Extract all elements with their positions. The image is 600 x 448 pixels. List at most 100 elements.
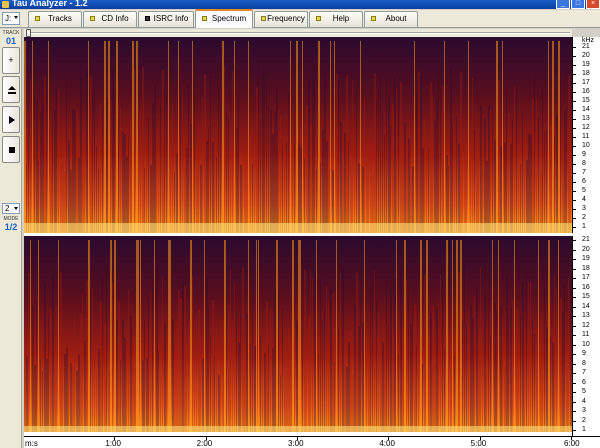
khz-tick-label: 18 [582,70,590,77]
spectrum-column [284,358,286,432]
spectrum-column [214,355,215,432]
spectrum-column [340,273,341,432]
khz-tick [573,268,576,270]
khz-tick-label: 11 [582,133,590,140]
spectrum-column [426,240,428,432]
spectrum-column [104,40,106,233]
spectrum-column [324,71,326,233]
tab-about[interactable]: About [364,11,418,27]
spectrum-column [88,40,89,233]
spectrum-column [364,240,365,432]
khz-tick-label: 16 [582,283,590,291]
spectrum-column [250,128,251,233]
spectrum-column [134,69,135,233]
spectrum-column [302,40,303,233]
khz-tick-label: 5 [582,388,586,395]
spectrogram-channel-2[interactable] [24,236,572,432]
time-label: 3:00 [288,439,304,448]
maximize-button[interactable]: □ [571,0,585,9]
chevron-down-icon [14,207,18,210]
spectrum-column [318,40,320,233]
tab-frequency[interactable]: Frequency [254,11,308,27]
window-title: Tau Analyzer - 1.2 [12,0,88,8]
khz-tick [573,182,576,183]
spectrum-column [24,40,26,233]
spectrum-column [364,98,365,233]
khz-tick-label: 6 [582,378,586,386]
spectrum-column [302,304,303,432]
khz-tick-label: 19 [582,255,590,262]
khz-tick-label: 12 [582,321,590,329]
close-button[interactable]: × [586,0,600,9]
spectrum-column [230,269,231,432]
spectrum-column [314,70,315,233]
timeline-slider[interactable] [24,29,572,37]
spectrum-column [184,285,186,432]
drive-value: J: [5,14,12,23]
spectrogram-channel-1[interactable] [24,37,572,233]
spectrum-column [466,142,467,233]
mode-select[interactable]: 2 [2,203,20,214]
spectrum-column [298,240,300,432]
tab-cd-info[interactable]: CD Info [83,11,137,27]
khz-tick [573,306,576,308]
spectrum-column [36,98,38,233]
spectrum-column [200,345,201,432]
spectrum-column [66,347,68,432]
spectrum-column [224,240,226,432]
spectrum-column [470,304,472,432]
spectrum-column [162,277,163,432]
spectrum-column [258,240,259,432]
khz-tick-label: 7 [582,369,586,376]
spectrum-column [184,163,186,233]
minimize-button[interactable]: _ [556,0,570,9]
spectrum-column [278,291,279,432]
spectrum-column [204,240,205,432]
spectrum-column [336,240,337,432]
spectrum-column [430,82,432,233]
spectrum-column [538,116,539,233]
khz-tick-label: 3 [582,407,586,414]
spectrum-column [234,40,235,233]
drive-select[interactable]: J: [2,12,20,25]
spectrum-column [408,291,409,432]
slider-thumb[interactable] [26,29,31,37]
spectrum-column [348,142,349,233]
spectrum-column [448,165,449,233]
spectrum-column [70,363,72,432]
spectrum-column [432,94,433,233]
tab-tracks[interactable]: Tracks [28,11,82,27]
title-bar[interactable]: Tau Analyzer - 1.2 _ □ × [0,0,600,9]
khz-tick-label: 20 [582,245,590,253]
spectrum-column [458,143,460,233]
spectrum-column [278,110,279,233]
spectrum-column [122,319,124,432]
spectrum-column [188,83,189,233]
spectrum-column [342,163,344,233]
tab-help[interactable]: Help [309,11,363,27]
spectrum-column [72,366,74,432]
spectrum-column [430,312,432,432]
spectrum-column [386,78,387,233]
spectrum-column [526,159,528,233]
spectrum-column [62,141,64,233]
spectrum-column [420,75,422,233]
spectrum-column [348,342,350,432]
tab-spectrum[interactable]: Spectrum [195,9,253,28]
play-button[interactable] [2,106,20,133]
spectrum-column [312,70,314,233]
spectrum-column [202,97,203,233]
spectrum-column [428,149,429,233]
spectrum-column [368,355,370,432]
khz-axis-2: 21 20 19 18 17 16 15 14 13 12 11 10 9 8 7 6 5 4 3 2 1 [572,236,600,436]
stop-button[interactable] [2,136,20,163]
slider-track[interactable] [26,32,570,34]
spectrum-column [276,240,278,432]
spectrum-column [490,108,491,233]
eject-button[interactable] [2,76,20,103]
spectrum-column [424,274,426,432]
spectrogram-2 [24,236,572,432]
tab-isrc-info[interactable]: ISRC Info [138,11,194,27]
spectrum-column [168,40,169,233]
add-track-button[interactable]: + [2,47,20,74]
